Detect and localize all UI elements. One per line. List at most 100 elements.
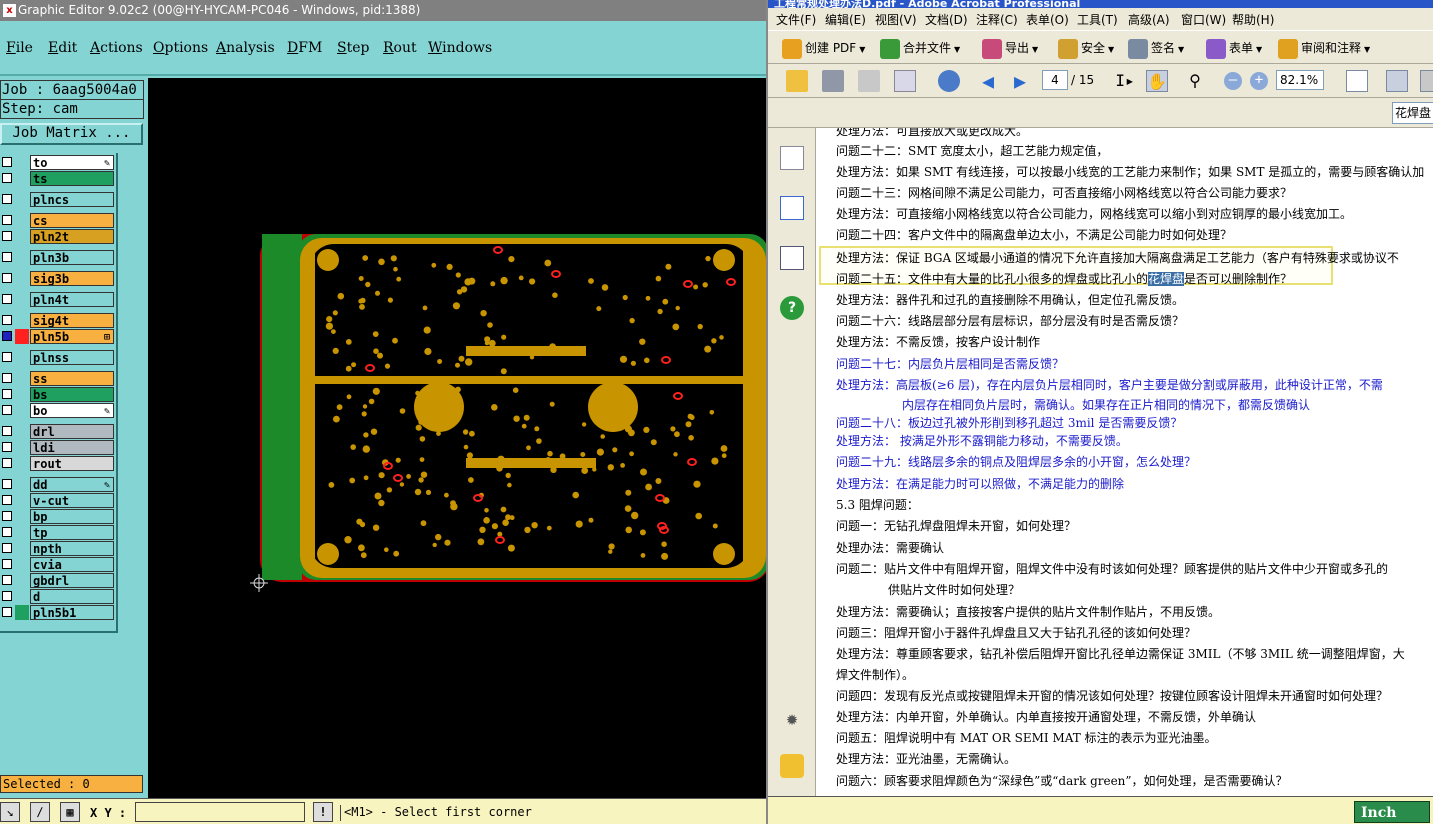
layer-row-v-cut[interactable]: v-cut — [0, 493, 116, 508]
layer-row-dd[interactable]: dd ✎ — [0, 477, 116, 492]
layer-checkbox[interactable] — [2, 543, 12, 553]
review-comment-button[interactable]: 审阅和注释 ▼ — [1278, 37, 1370, 59]
menu-tools-cn[interactable]: 工具(T) — [1077, 11, 1118, 28]
print-icon[interactable] — [822, 70, 844, 92]
fit-width-icon[interactable] — [1386, 70, 1408, 92]
menu-advanced-cn[interactable]: 高级(A) — [1128, 11, 1170, 28]
menu-form-cn[interactable]: 表单(O) — [1026, 11, 1069, 28]
menu-options[interactable]: Options — [153, 40, 208, 56]
layer-checkbox[interactable] — [2, 215, 12, 225]
layer-row-rout[interactable]: rout — [0, 456, 116, 471]
layer-row-ts[interactable]: ts — [0, 171, 116, 186]
next-page-icon[interactable]: ▶ — [1014, 70, 1036, 92]
menu-view-cn[interactable]: 视图(V) — [875, 11, 917, 28]
layer-row-cvia[interactable]: cvia — [0, 557, 116, 572]
job-matrix-button[interactable]: Job Matrix ... — [0, 123, 143, 145]
signatures-panel-icon[interactable] — [780, 246, 804, 270]
layer-row-to[interactable]: to ✎ — [0, 155, 116, 170]
graphic-editor-title-bar[interactable]: x Graphic Editor 9.02c2 (00@HY-HYCAM-PC04… — [0, 0, 766, 21]
menu-file[interactable]: File — [6, 40, 33, 56]
menu-analysis[interactable]: Analysis — [216, 40, 275, 56]
unit-selector-button[interactable]: Inch — [1354, 801, 1430, 823]
layer-row-ss[interactable]: ss — [0, 371, 116, 386]
layer-row-sig3b[interactable]: sig3b — [0, 271, 116, 286]
layer-checkbox[interactable] — [2, 294, 12, 304]
forms-button[interactable]: 表单 ▼ — [1206, 37, 1262, 59]
layer-checkbox[interactable] — [2, 479, 12, 489]
layer-checkbox[interactable] — [2, 231, 12, 241]
grid-tool-icon[interactable]: ▦ — [60, 802, 80, 822]
layer-checkbox[interactable] — [2, 426, 12, 436]
menu-rout[interactable]: Rout — [383, 40, 417, 56]
layer-checkbox[interactable] — [2, 173, 12, 183]
layer-checkbox[interactable] — [2, 315, 12, 325]
layer-row-ldi[interactable]: ldi — [0, 440, 116, 455]
layer-checkbox[interactable] — [2, 405, 12, 415]
document-page[interactable]: 处理方法：可直接放大或更改成大。 问题二十二：SMT 宽度太小，超工艺能力规定值，… — [816, 128, 1433, 796]
measure-tool-icon[interactable]: ∕ — [30, 802, 50, 822]
info-icon[interactable]: ! — [313, 802, 333, 822]
menu-comment-cn[interactable]: 注释(C) — [976, 11, 1018, 28]
layer-checkbox[interactable] — [2, 458, 12, 468]
export-button[interactable]: 导出 ▼ — [982, 37, 1038, 59]
layer-checkbox[interactable] — [2, 442, 12, 452]
menu-edit[interactable]: Edit — [48, 40, 77, 56]
layer-checkbox[interactable] — [2, 252, 12, 262]
layer-row-bo[interactable]: bo ✎ — [0, 403, 116, 418]
zoom-out-icon[interactable]: – — [1224, 72, 1242, 90]
menu-actions[interactable]: Actions — [90, 40, 143, 56]
layer-row-d[interactable]: d — [0, 589, 116, 604]
layer-row-plncs[interactable]: plncs — [0, 192, 116, 207]
layer-row-pln3b[interactable]: pln3b — [0, 250, 116, 265]
layer-row-npth[interactable]: npth — [0, 541, 116, 556]
app-close-icon[interactable]: x — [3, 4, 16, 17]
create-pdf-button[interactable]: 创建 PDF ▼ — [782, 37, 865, 59]
layer-checkbox[interactable] — [2, 273, 12, 283]
selected-search-hit[interactable]: 花焊盘 — [1148, 272, 1185, 286]
fit-page-icon[interactable] — [1346, 70, 1368, 92]
zoom-tool-icon-acrobat[interactable]: ⚲ — [1184, 70, 1206, 92]
layer-checkbox[interactable] — [2, 591, 12, 601]
layer-row-pln4t[interactable]: pln4t — [0, 292, 116, 307]
find-search-icon[interactable] — [938, 70, 960, 92]
open-folder-icon[interactable] — [786, 70, 808, 92]
layer-row-bs[interactable]: bs — [0, 387, 116, 402]
layer-checkbox[interactable] — [2, 389, 12, 399]
attachment-paperclip-icon[interactable]: ✹ — [780, 706, 804, 730]
layer-checkbox[interactable] — [2, 157, 12, 167]
comments-panel-icon[interactable] — [780, 754, 804, 778]
previous-page-icon[interactable]: ◀ — [982, 70, 1004, 92]
xy-input[interactable] — [135, 802, 305, 822]
layer-row-pln5b1[interactable]: pln5b1 — [0, 605, 116, 620]
bookmarks-panel-icon[interactable] — [780, 196, 804, 220]
save-icon[interactable] — [858, 70, 880, 92]
menu-edit-cn[interactable]: 编辑(E) — [825, 11, 866, 28]
layer-checkbox[interactable] — [2, 352, 12, 362]
email-icon[interactable] — [894, 70, 916, 92]
select-text-icon[interactable]: I▸ — [1114, 70, 1136, 92]
hand-tool-icon[interactable]: ✋ — [1146, 70, 1168, 92]
zoom-tool-icon[interactable]: ↘ — [0, 802, 20, 822]
layer-checkbox[interactable] — [2, 575, 12, 585]
menu-document-cn[interactable]: 文档(D) — [925, 11, 968, 28]
zoom-level-input[interactable]: 82.1% — [1276, 70, 1324, 90]
menu-help-cn[interactable]: 帮助(H) — [1232, 11, 1274, 28]
pages-panel-icon[interactable] — [780, 146, 804, 170]
find-input[interactable]: 花焊盘 — [1392, 102, 1433, 124]
security-button[interactable]: 安全 ▼ — [1058, 37, 1114, 59]
combine-files-button[interactable]: 合并文件 ▼ — [880, 37, 960, 59]
menu-windows[interactable]: Windows — [428, 40, 492, 56]
layer-row-pln5b[interactable]: pln5b ⊞ — [0, 329, 116, 344]
layer-checkbox[interactable] — [2, 527, 12, 537]
layer-checkbox[interactable] — [2, 495, 12, 505]
graphics-canvas[interactable] — [148, 78, 766, 798]
layer-row-drl[interactable]: drl — [0, 424, 116, 439]
menu-step[interactable]: Step — [337, 40, 369, 56]
layer-row-tp[interactable]: tp — [0, 525, 116, 540]
layer-row-cs[interactable]: cs — [0, 213, 116, 228]
layer-row-pln2t[interactable]: pln2t — [0, 229, 116, 244]
actual-size-icon[interactable] — [1420, 70, 1433, 92]
layer-checkbox[interactable] — [2, 511, 12, 521]
layer-checkbox[interactable] — [2, 607, 12, 617]
layer-row-gbdrl[interactable]: gbdrl — [0, 573, 116, 588]
